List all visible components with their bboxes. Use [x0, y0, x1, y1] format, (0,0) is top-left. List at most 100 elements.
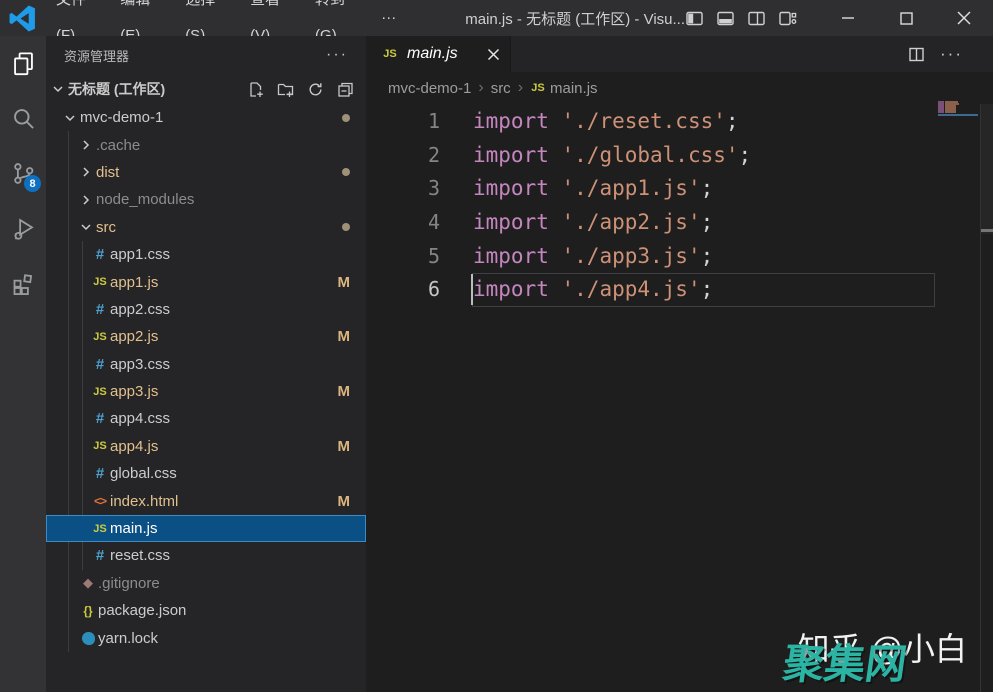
breadcrumb-folder[interactable]: mvc-demo-1 — [388, 80, 471, 97]
customize-layout-icon[interactable] — [778, 9, 797, 28]
js-file-icon: JS — [90, 276, 110, 288]
new-file-icon[interactable] — [247, 81, 264, 98]
tree-item-app4-js[interactable]: JSapp4.jsM — [46, 433, 366, 460]
run-debug-icon — [10, 215, 37, 242]
close-button[interactable] — [935, 0, 993, 36]
workspace-section-header[interactable]: 无标题 (工作区) — [46, 74, 366, 104]
code-line-5[interactable]: 5import './app3.js'; — [366, 239, 993, 273]
chevron-down-icon[interactable] — [78, 219, 94, 235]
tree-item-yarn-lock[interactable]: yarn.lock — [46, 624, 366, 651]
tree-item-global-css[interactable]: #global.css — [46, 460, 366, 487]
toggle-secondary-sidebar-icon[interactable] — [747, 9, 766, 28]
activity-run-debug[interactable] — [0, 201, 46, 256]
tree-item-app1-css[interactable]: #app1.css — [46, 241, 366, 268]
split-editor-icon[interactable] — [908, 46, 925, 63]
code-lines: 1import './reset.css';2import './global.… — [366, 104, 993, 306]
collapse-all-icon[interactable] — [337, 81, 354, 98]
activity-search[interactable] — [0, 91, 46, 146]
code-line-4[interactable]: 4import './app2.js'; — [366, 205, 993, 239]
explorer-sidebar: 资源管理器 ··· 无标题 (工作区) — [46, 36, 366, 692]
yarn-file-icon — [78, 632, 98, 645]
js-file-icon: JS — [90, 331, 110, 343]
tree-item-label: app3.css — [110, 356, 170, 373]
minimap[interactable] — [938, 101, 978, 113]
tree-item-label: node_modules — [96, 191, 194, 208]
tree-item-label: index.html — [110, 493, 178, 510]
git-modified-badge: M — [338, 328, 367, 345]
code-line-2[interactable]: 2import './global.css'; — [366, 138, 993, 172]
git-modified-badge: M — [338, 274, 367, 291]
tree-item-label: package.json — [98, 602, 186, 619]
code-line-3[interactable]: 3import './app1.js'; — [366, 171, 993, 205]
tree-item-label: app1.css — [110, 246, 170, 263]
js-file-icon: JS — [530, 82, 546, 94]
tab-main-js[interactable]: JS main.js — [366, 36, 511, 72]
vscode-window: 文件(F) 编辑(E) 选择(S) 查看(V) 转到(G) ··· main.j… — [0, 0, 993, 692]
watermark-site: 聚集网 — [780, 630, 911, 690]
breadcrumb-file[interactable]: main.js — [550, 80, 598, 97]
minimize-button[interactable] — [819, 0, 877, 36]
tree-item-label: .gitignore — [98, 575, 160, 592]
layout-controls — [685, 9, 797, 28]
breadcrumb-separator-icon: › — [518, 79, 523, 97]
chevron-right-icon[interactable] — [78, 164, 94, 180]
breadcrumb-src[interactable]: src — [491, 80, 511, 97]
window-controls — [819, 0, 993, 36]
line-number: 4 — [366, 210, 440, 234]
new-folder-icon[interactable] — [277, 81, 294, 98]
tab-close-icon[interactable] — [487, 48, 500, 61]
tree-item-app3-js[interactable]: JSapp3.jsM — [46, 378, 366, 405]
tree-item-label: app3.js — [110, 383, 158, 400]
toggle-panel-icon[interactable] — [716, 9, 735, 28]
tree-item-app2-js[interactable]: JSapp2.jsM — [46, 323, 366, 350]
explorer-header: 资源管理器 ··· — [46, 36, 366, 74]
tree-item-label: app2.css — [110, 301, 170, 318]
code-text: import './global.css'; — [473, 143, 751, 167]
tree-item-app1-js[interactable]: JSapp1.jsM — [46, 268, 366, 295]
chevron-down-icon — [50, 81, 66, 97]
tab-bar: JS main.js ··· — [366, 36, 993, 72]
tree-item-label: main.js — [110, 520, 158, 537]
editor-more-actions-icon[interactable]: ··· — [940, 44, 963, 64]
explorer-more-actions-icon[interactable]: ··· — [326, 50, 348, 60]
tree-item-label: reset.css — [110, 547, 170, 564]
json-file-icon: {} — [78, 604, 98, 618]
editor-actions: ··· — [908, 44, 993, 64]
chevron-down-icon[interactable] — [62, 110, 78, 126]
scrollbar-slider[interactable] — [981, 104, 993, 234]
overview-ruler-cursor-mark — [981, 229, 993, 232]
code-line-1[interactable]: 1import './reset.css'; — [366, 104, 993, 138]
activity-extensions[interactable] — [0, 256, 46, 311]
tree-item-app3-css[interactable]: #app3.css — [46, 351, 366, 378]
tree-item-package-json[interactable]: {}package.json — [46, 597, 366, 624]
activity-explorer[interactable] — [0, 36, 46, 91]
tree-item-app4-css[interactable]: #app4.css — [46, 405, 366, 432]
code-line-6[interactable]: 6import './app4.js'; — [366, 272, 993, 306]
code-area[interactable]: 1import './reset.css';2import './global.… — [366, 104, 993, 692]
extensions-icon — [10, 270, 37, 297]
refresh-icon[interactable] — [307, 81, 324, 98]
tree-item-index-html[interactable]: <>index.htmlM — [46, 487, 366, 514]
js-file-icon: JS — [90, 523, 110, 535]
tree-item-cache[interactable]: .cache — [46, 131, 366, 158]
breadcrumb: mvc-demo-1 › src › JS main.js — [366, 72, 993, 104]
maximize-button[interactable] — [877, 0, 935, 36]
tree-item-main-js[interactable]: JSmain.js — [46, 515, 366, 542]
tree-item-dist[interactable]: dist — [46, 159, 366, 186]
git-file-icon: ◆ — [78, 575, 98, 591]
tree-item-gitignore[interactable]: ◆.gitignore — [46, 570, 366, 597]
chevron-right-icon[interactable] — [78, 137, 94, 153]
tree-item-label: app4.css — [110, 410, 170, 427]
menu-more[interactable]: ··· — [368, 0, 409, 36]
css-file-icon: # — [90, 465, 110, 482]
chevron-right-icon[interactable] — [78, 192, 94, 208]
tree-item-src[interactable]: src — [46, 214, 366, 241]
tree-item-node-modules[interactable]: node_modules — [46, 186, 366, 213]
file-tree: mvc-demo-1.cachedistnode_modulessrc#app1… — [46, 104, 366, 652]
tree-item-label: .cache — [96, 137, 140, 154]
toggle-sidebar-icon[interactable] — [685, 9, 704, 28]
tree-item-app2-css[interactable]: #app2.css — [46, 296, 366, 323]
tree-item-mvc-demo-1[interactable]: mvc-demo-1 — [46, 104, 366, 131]
activity-source-control[interactable]: 8 — [0, 146, 46, 201]
tree-item-reset-css[interactable]: #reset.css — [46, 542, 366, 569]
